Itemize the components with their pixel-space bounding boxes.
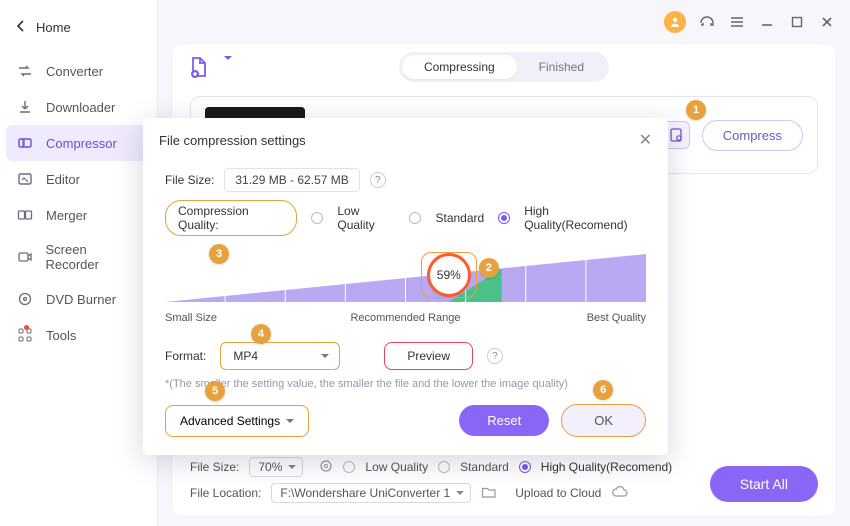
bottom-filesize-label: File Size:: [190, 460, 239, 474]
radio-low[interactable]: [311, 212, 323, 224]
bottom-bar: File Size: 70% Low Quality Standard High…: [190, 454, 818, 506]
main-head: Compressing Finished: [172, 44, 836, 90]
dialog-close-icon[interactable]: ✕: [639, 130, 652, 150]
slider-handle[interactable]: 59%: [421, 252, 477, 298]
minimize-icon[interactable]: [758, 13, 776, 31]
help-icon[interactable]: ?: [370, 172, 386, 188]
sidebar-item-tools[interactable]: Tools: [0, 317, 157, 353]
headset-icon[interactable]: [698, 13, 716, 31]
annotation-3: 3: [209, 244, 229, 264]
start-all-button[interactable]: Start All: [710, 466, 818, 502]
back-icon: [16, 20, 26, 35]
hamburger-icon[interactable]: [728, 13, 746, 31]
dialog-title: File compression settings: [159, 133, 306, 148]
bottom-radio-high[interactable]: [519, 461, 531, 473]
compressor-icon: [16, 134, 34, 152]
low-label: Low Quality: [337, 204, 395, 232]
ok-button[interactable]: OK: [561, 404, 646, 437]
slider-label-left: Small Size: [165, 312, 217, 324]
editor-icon: [16, 170, 34, 188]
compression-settings-dialog: File compression settings ✕ File Size: 3…: [143, 118, 668, 455]
sidebar-item-converter[interactable]: Converter: [0, 53, 157, 89]
close-icon[interactable]: [818, 13, 836, 31]
sidebar-item-editor[interactable]: Editor: [0, 161, 157, 197]
advanced-settings-label: Advanced Settings: [180, 414, 280, 428]
quality-slider[interactable]: 59% Small Size Recommended Range Best Qu…: [165, 246, 646, 324]
radio-high[interactable]: [498, 212, 510, 224]
slider-label-mid: Recommended Range: [350, 312, 460, 324]
chevron-down-icon[interactable]: [224, 60, 232, 75]
sidebar: Home Converter Downloader Compressor Edi…: [0, 0, 158, 526]
slider-track: [165, 254, 646, 302]
sidebar-item-downloader[interactable]: Downloader: [0, 89, 157, 125]
converter-icon: [16, 62, 34, 80]
bottom-radio-low[interactable]: [343, 461, 355, 473]
cloud-icon[interactable]: [611, 485, 629, 502]
high-label: High Quality(Recomend): [524, 204, 646, 232]
location-select[interactable]: F:\Wondershare UniConverter 1: [271, 483, 471, 503]
sidebar-item-label: Tools: [46, 328, 76, 343]
sidebar-item-label: Compressor: [46, 136, 117, 151]
bottom-standard-label: Standard: [460, 460, 509, 474]
sidebar-item-screen-recorder[interactable]: Screen Recorder: [0, 233, 157, 281]
avatar[interactable]: [664, 11, 686, 33]
maximize-icon[interactable]: [788, 13, 806, 31]
slider-label-right: Best Quality: [587, 312, 646, 324]
filesize-label: File Size:: [165, 173, 214, 187]
annotation-5: 5: [205, 381, 225, 401]
sidebar-item-merger[interactable]: Merger: [0, 197, 157, 233]
dvd-icon: [16, 290, 34, 308]
sidebar-item-compressor[interactable]: Compressor: [6, 125, 151, 161]
filesize-value[interactable]: 31.29 MB - 62.57 MB: [224, 168, 359, 192]
preview-button[interactable]: Preview: [384, 342, 473, 370]
back-label: Home: [36, 20, 71, 35]
tab-finished[interactable]: Finished: [517, 55, 606, 79]
bottom-high-label: High Quality(Recomend): [541, 460, 672, 474]
bottom-low-label: Low Quality: [365, 460, 428, 474]
bottom-filesize-select[interactable]: 70%: [249, 457, 303, 477]
bottom-radio-standard[interactable]: [438, 461, 450, 473]
standard-label: Standard: [435, 211, 484, 225]
recorder-icon: [16, 248, 33, 266]
sidebar-item-label: Downloader: [46, 100, 115, 115]
quality-gear-icon[interactable]: [319, 459, 333, 476]
format-label: Format:: [165, 349, 206, 363]
nav-list: Converter Downloader Compressor Editor M…: [0, 53, 157, 353]
chevron-down-icon: [286, 419, 294, 427]
annotation-4: 4: [251, 324, 271, 344]
annotation-2: 2: [479, 258, 499, 278]
download-icon: [16, 98, 34, 116]
sidebar-item-dvd-burner[interactable]: DVD Burner: [0, 281, 157, 317]
advanced-settings-button[interactable]: Advanced Settings: [165, 405, 309, 437]
help-icon[interactable]: ?: [487, 348, 503, 364]
radio-standard[interactable]: [409, 212, 421, 224]
tab-compressing[interactable]: Compressing: [402, 55, 517, 79]
reset-button[interactable]: Reset: [459, 405, 549, 436]
merger-icon: [16, 206, 34, 224]
hint-text: *(The smaller the setting value, the sma…: [165, 378, 646, 390]
sidebar-item-label: Converter: [46, 64, 103, 79]
window-controls: [158, 0, 850, 44]
annotation-1: 1: [686, 100, 706, 120]
sidebar-item-label: Editor: [46, 172, 80, 187]
tabs: Compressing Finished: [399, 52, 609, 82]
sidebar-item-label: Merger: [46, 208, 87, 223]
add-file-icon[interactable]: [186, 54, 212, 80]
back-row[interactable]: Home: [0, 10, 157, 53]
sidebar-item-label: DVD Burner: [46, 292, 116, 307]
sidebar-item-label: Screen Recorder: [45, 242, 141, 272]
tools-icon: [16, 326, 34, 344]
upload-cloud-label: Upload to Cloud: [515, 486, 601, 500]
slider-value: 59%: [430, 256, 468, 294]
compress-button[interactable]: Compress: [702, 120, 803, 151]
location-label: File Location:: [190, 486, 261, 500]
annotation-6: 6: [593, 380, 613, 400]
format-select[interactable]: MP4: [220, 342, 340, 370]
compression-quality-label: Compression Quality:: [165, 200, 297, 236]
open-folder-icon[interactable]: [481, 485, 497, 502]
